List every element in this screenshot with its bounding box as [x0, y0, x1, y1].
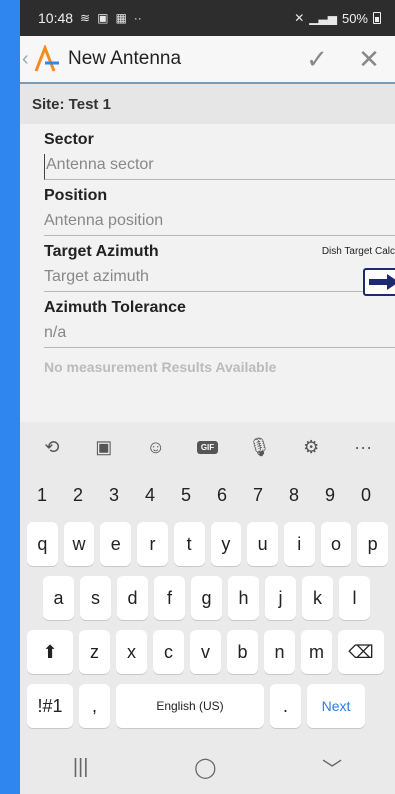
back-chevron-icon[interactable]: ‹	[22, 48, 32, 71]
emoji-icon[interactable]: ☺	[130, 437, 182, 458]
keyboard-toolbar: ⟲ ▣ ☺ GIF 🎙 ⚙ ···	[20, 422, 395, 472]
key[interactable]: q	[27, 522, 58, 566]
more-notifications-icon: ··	[133, 11, 142, 25]
key[interactable]: c	[153, 630, 184, 674]
key[interactable]: m	[301, 630, 332, 674]
gif-icon[interactable]: GIF	[182, 440, 234, 454]
wifi-icon: ≋	[80, 11, 91, 25]
page-title: New Antenna	[68, 48, 182, 69]
space-key[interactable]: English (US)	[116, 684, 264, 728]
key[interactable]: g	[191, 576, 222, 620]
key[interactable]: 7	[243, 476, 273, 514]
flipboard-icon: ▣	[97, 11, 109, 25]
a-row: asdfghjkl	[20, 576, 395, 620]
keyboard: ⟲ ▣ ☺ GIF 🎙 ⚙ ··· 1234567890 qwertyuiop …	[20, 422, 395, 794]
key[interactable]: y	[210, 522, 242, 566]
key[interactable]: z	[79, 630, 110, 674]
azimuth-tolerance-input[interactable]: n/a	[44, 322, 395, 348]
microphone-icon[interactable]: 🎙	[233, 437, 285, 458]
key[interactable]: 9	[315, 476, 345, 514]
target-azimuth-field: Target Azimuth Target azimuth Dish Targe…	[20, 236, 395, 296]
app-bar: ‹ New Antenna ✓ ✕	[20, 36, 395, 84]
key[interactable]: 6	[207, 476, 237, 514]
key[interactable]: 3	[99, 476, 129, 514]
bottom-row: !#1 , English (US) . Next	[20, 684, 395, 728]
more-options-icon[interactable]: ···	[337, 437, 389, 458]
battery-icon	[373, 12, 381, 24]
key[interactable]: x	[116, 630, 147, 674]
close-icon[interactable]: ✕	[343, 44, 395, 75]
sticker-icon[interactable]: ▣	[78, 437, 130, 458]
key[interactable]: r	[137, 522, 168, 566]
key[interactable]: l	[339, 576, 370, 620]
confirm-check-icon[interactable]: ✓	[291, 44, 343, 75]
position-input[interactable]: Antenna position	[44, 210, 395, 236]
key[interactable]: 5	[171, 476, 201, 514]
key[interactable]: 0	[351, 476, 381, 514]
key[interactable]: n	[264, 630, 295, 674]
key[interactable]: 1	[27, 476, 57, 514]
azimuth-tolerance-label: Azimuth Tolerance	[44, 299, 186, 316]
sector-input[interactable]: Antenna sector	[44, 154, 395, 180]
gallery-icon: ▦	[115, 11, 127, 25]
shift-key[interactable]: ⬆	[27, 630, 73, 674]
comma-key[interactable]: ,	[79, 684, 110, 728]
dish-target-calc-label: Dish Target Calc	[321, 246, 395, 257]
home-icon[interactable]: ◯	[194, 755, 216, 780]
symbols-key[interactable]: !#1	[27, 684, 73, 728]
key[interactable]: 8	[279, 476, 309, 514]
status-time: 10:48	[38, 10, 74, 26]
arrow-right-icon	[369, 274, 395, 290]
site-header: Site: Test 1	[20, 84, 395, 124]
key[interactable]: s	[80, 576, 111, 620]
target-azimuth-input[interactable]: Target azimuth	[44, 266, 395, 292]
key[interactable]: u	[247, 522, 278, 566]
key[interactable]: k	[302, 576, 333, 620]
key[interactable]: o	[320, 522, 352, 566]
sector-label: Sector	[44, 131, 94, 148]
next-key[interactable]: Next	[307, 684, 365, 728]
phone-screen: 10:48 ≋ ▣ ▦ ·· ✕ ▁▃▅ 50% ‹ New Antenna ✓…	[20, 0, 395, 794]
status-bar: 10:48 ≋ ▣ ▦ ·· ✕ ▁▃▅ 50%	[20, 0, 395, 36]
azimuth-tolerance-field: Azimuth Tolerance n/a	[20, 292, 395, 348]
z-letter-keys: zxcvbnm	[76, 630, 335, 674]
sector-field: Sector Antenna sector	[20, 124, 395, 180]
key[interactable]: a	[43, 576, 74, 620]
key[interactable]: f	[154, 576, 185, 620]
key[interactable]: b	[227, 630, 258, 674]
system-navigation-bar: ||| ◯ ﹀	[20, 740, 395, 794]
key[interactable]: e	[100, 522, 132, 566]
app-logo-icon[interactable]	[32, 45, 60, 73]
key[interactable]: i	[283, 522, 315, 566]
no-results-text: No measurement Results Available	[44, 359, 277, 374]
key[interactable]: v	[190, 630, 221, 674]
position-field: Position Antenna position	[20, 180, 395, 236]
lte-signal-icon: ▁▃▅	[309, 11, 337, 25]
key[interactable]: h	[228, 576, 259, 620]
back-nav-icon[interactable]: ﹀	[322, 753, 342, 782]
mute-icon: ✕	[294, 11, 305, 25]
keyboard-mode-icon[interactable]: ⟲	[26, 437, 78, 458]
settings-gear-icon[interactable]: ⚙	[285, 437, 337, 458]
key[interactable]: 4	[135, 476, 165, 514]
key[interactable]: t	[173, 522, 205, 566]
key[interactable]: w	[63, 522, 95, 566]
number-row: 1234567890	[20, 476, 395, 514]
battery-percent: 50%	[341, 10, 368, 26]
q-row: qwertyuiop	[20, 522, 395, 566]
period-key[interactable]: .	[270, 684, 301, 728]
key[interactable]: j	[265, 576, 296, 620]
backspace-key[interactable]: ⌫	[338, 630, 384, 674]
z-row: ⬆ zxcvbnm ⌫	[20, 630, 395, 674]
key[interactable]: p	[357, 522, 389, 566]
key[interactable]: 2	[63, 476, 93, 514]
recent-apps-icon[interactable]: |||	[73, 756, 89, 779]
position-label: Position	[44, 187, 108, 204]
key[interactable]: d	[117, 576, 148, 620]
